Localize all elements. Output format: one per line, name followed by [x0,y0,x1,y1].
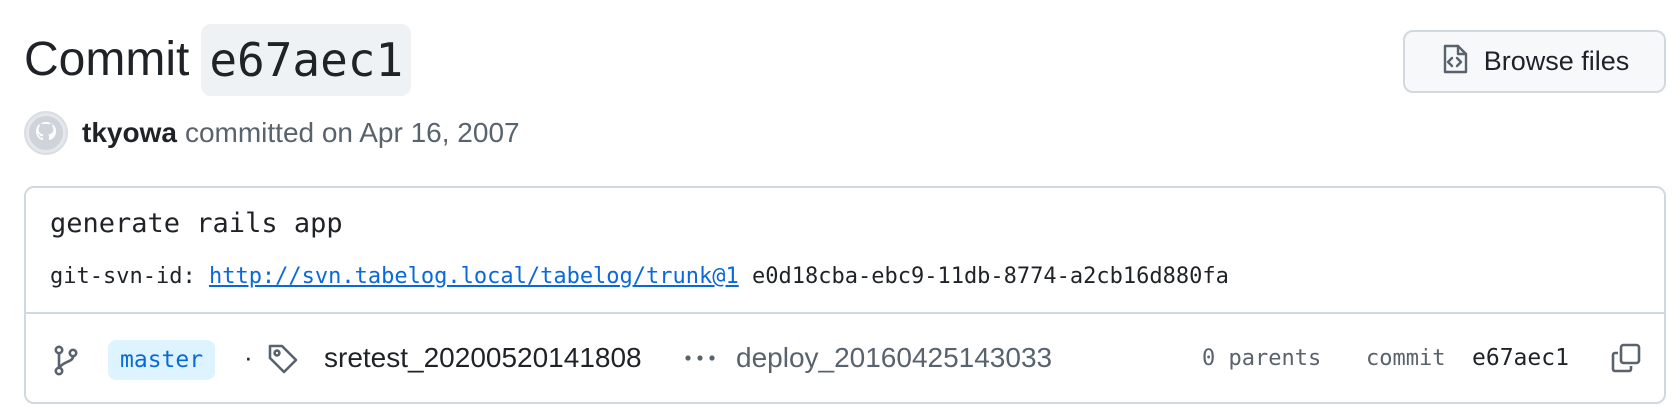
commit-title: Commit e67aec1 [24,24,412,96]
commit-title-label: Commit [24,33,190,86]
copy-sha-button[interactable] [1606,340,1646,380]
tag-link-first[interactable]: sretest_20200520141808 [324,342,642,374]
commit-label: commit [1366,346,1446,371]
svn-uuid: e0d18cba-ebc9-11db-8774-a2cb16d880fa [752,264,1229,289]
author-name-link[interactable]: tkyowa [82,117,177,149]
git-branch-icon [52,344,80,381]
tag-icon [266,342,300,381]
commit-date-text: committed on Apr 16, 2007 [184,117,520,148]
file-code-icon [1440,43,1470,80]
github-avatar-icon[interactable] [24,111,68,155]
commit-footer: master · sretest_20200520141808 deploy_2… [26,314,1664,402]
copy-icon [1610,342,1642,379]
branch-badge[interactable]: master [108,340,216,380]
git-svn-id-prefix: git-svn-id: [50,264,196,289]
commit-title-sha: e67aec1 [201,24,412,96]
browse-files-button[interactable]: Browse files [1403,30,1666,93]
commit-sha: e67aec1 [1472,345,1569,371]
git-svn-id-line: git-svn-id: http://svn.tabelog.local/tab… [50,264,1229,289]
parents-count: 0 parents [1202,346,1322,371]
author-line: tkyowa committed on Apr 16, 2007 [24,110,520,156]
svn-link[interactable]: http://svn.tabelog.local/tabelog/trunk@1 [209,264,739,289]
separator-dot: · [244,342,253,372]
commit-message-box: generate rails app git-svn-id: http://sv… [24,186,1666,404]
tag-link-last[interactable]: deploy_20160425143033 [736,342,1052,374]
commit-message-title: generate rails app [50,208,343,239]
kebab-horizontal-icon[interactable] [682,344,718,377]
browse-files-label: Browse files [1483,46,1630,76]
